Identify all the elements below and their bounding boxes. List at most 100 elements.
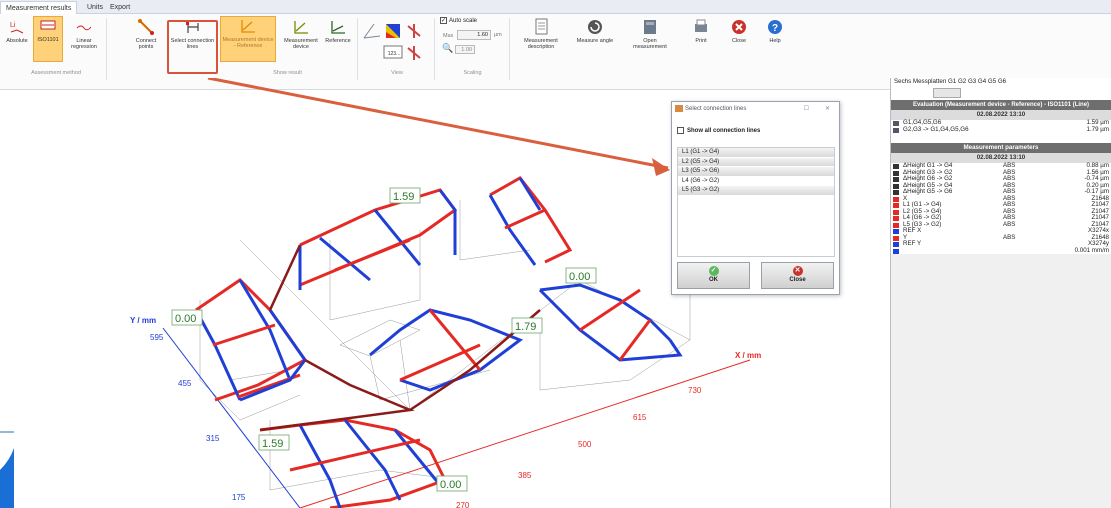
checkbox-box[interactable]: ✓ — [440, 17, 447, 24]
reference-icon — [331, 21, 345, 34]
print-icon — [695, 19, 707, 32]
row-swatch — [893, 216, 899, 221]
open-label: Open measurement — [633, 38, 667, 50]
plate-edge-red — [504, 208, 546, 230]
parameter-rows: ΔHeight G1 -> G4 ABS 0.88 µm ΔHeight G3 -> … — [891, 162, 1111, 254]
svg-text:0.00: 0.00 — [569, 271, 590, 283]
plate-g2 — [298, 188, 458, 290]
absolute-label: Absolute — [6, 38, 28, 44]
measurement-device-button[interactable]: Measurement device — [282, 18, 320, 50]
view-icons — [363, 23, 421, 60]
list-item[interactable]: L2 (G5 -> G4) — [678, 157, 834, 167]
description-label: Measurement description — [524, 38, 558, 50]
list-item[interactable]: L3 (G5 -> G6) — [678, 167, 834, 177]
dialog-app-icon — [675, 105, 683, 112]
list-item[interactable]: L4 (G6 -> G2) — [678, 176, 834, 186]
row-value: 1.79 µm — [1086, 125, 1109, 133]
connect-points-button[interactable]: Connect points — [130, 18, 162, 50]
select-lines-dialog: Select connection lines ☐ ✕ Show all con… — [671, 101, 840, 295]
close-button[interactable]: Close — [726, 18, 752, 44]
reference-button[interactable]: Reference — [322, 18, 354, 44]
print-label: Print — [695, 38, 707, 44]
ok-button[interactable]: ✓ OK — [677, 262, 750, 289]
measurement-description-button[interactable]: Measurement description — [520, 18, 562, 50]
connection-line-darkred — [259, 244, 541, 432]
absolute-button[interactable]: Li Absolute — [3, 18, 31, 44]
show-all-label: Show all connection lines — [687, 128, 761, 135]
list-item[interactable]: L5 (G3 -> G2) — [678, 186, 834, 196]
plate-g4 — [538, 283, 683, 362]
tab-measurement-results[interactable]: Measurement results — [0, 1, 78, 14]
value-label: 0.00 — [565, 267, 597, 284]
evaluation-title: Evaluation (Measurement device - Referen… — [891, 100, 1111, 110]
device-icon — [294, 21, 308, 34]
y-tick: 175 — [232, 493, 246, 502]
plate-edge-red — [579, 288, 652, 361]
min-input[interactable]: 1.00 — [455, 45, 475, 54]
close-icon — [732, 20, 746, 34]
print-button[interactable]: Print — [688, 18, 714, 44]
measure-angle-button[interactable]: Measure angle — [575, 18, 615, 44]
plate-edge-red — [259, 418, 448, 508]
close-x-icon[interactable]: ✕ — [825, 102, 830, 116]
list-item[interactable]: L1 (G1 -> G4) — [678, 148, 834, 158]
row-swatch — [893, 229, 899, 234]
linear-regression-button[interactable]: Linear regression — [66, 18, 102, 50]
numbers-label: 123... — [387, 51, 401, 57]
parameters-title: Measurement parameters — [891, 143, 1111, 153]
row-swatch — [893, 164, 899, 169]
minimize-icon[interactable]: ☐ — [804, 102, 809, 116]
value-label: 1.79 — [511, 317, 543, 334]
group-assessment-method: Assessment method — [31, 70, 81, 76]
svg-text:1.59: 1.59 — [262, 438, 283, 450]
connection-lines-list: L1 (G1 -> G4) L2 (G5 -> G4) L3 (G5 -> G6… — [677, 147, 835, 257]
measurement-device-reference-button[interactable]: Measurement device - Reference — [220, 16, 276, 62]
plate-g5 — [369, 308, 524, 392]
max-label: Max — [443, 33, 454, 39]
row-swatch — [893, 222, 899, 228]
max-input[interactable]: 1.60 — [457, 30, 491, 40]
row-swatch — [893, 177, 899, 182]
blue-corner-shape — [0, 448, 14, 508]
close-label: Close — [731, 38, 747, 44]
plate-tabs[interactable]: Sechs Messplatten G1 G2 G3 G4 G5 G6 — [891, 78, 1111, 86]
separator — [357, 18, 358, 80]
svg-text:0.00: 0.00 — [175, 313, 196, 325]
row-swatch — [893, 235, 899, 241]
iso1101-label: ISO1101 — [37, 37, 59, 43]
view-3d-icon[interactable] — [363, 23, 381, 39]
checkbox-box[interactable] — [677, 127, 684, 134]
iso1101-button[interactable]: ISO1101 — [33, 16, 63, 62]
plate-g1 — [194, 278, 308, 402]
dialog-close-button[interactable]: ✕ Close — [761, 262, 834, 289]
spacer — [891, 133, 1111, 143]
value-label: 1.59 — [389, 187, 421, 204]
y-tick: 455 — [178, 379, 192, 388]
show-all-checkbox[interactable]: Show all connection lines — [677, 127, 760, 134]
row-value: 0.001 mm/m — [1074, 246, 1109, 254]
callout-arrow-line — [207, 78, 669, 170]
table-row[interactable]: G2,G3 -> G1,G4,G5,G6 1.79 µm — [891, 125, 1111, 133]
value-label: 1.59 — [258, 434, 290, 451]
rotate-icon[interactable] — [407, 24, 421, 38]
angle-icon — [588, 20, 602, 34]
scale-icon[interactable] — [407, 46, 421, 60]
row-swatch — [893, 121, 899, 126]
table-row[interactable]: 0.001 mm/m — [891, 246, 1111, 254]
help-button[interactable]: ? Help — [762, 18, 788, 44]
app-window: Measurement results Units Export Li Abso… — [0, 0, 1111, 508]
svg-text:1.79: 1.79 — [515, 321, 536, 333]
color-icon[interactable] — [386, 24, 400, 38]
y-axis-label: Y / mm — [130, 316, 156, 325]
auto-scale-checkbox[interactable]: ✓ Auto scale — [440, 17, 477, 24]
x-tick: 270 — [456, 501, 470, 508]
row-swatch — [893, 248, 899, 254]
help-label: Help — [769, 38, 781, 44]
reference-label: Reference — [325, 38, 351, 44]
top-tab-bar: Measurement results Units Export — [0, 0, 1111, 14]
open-measurement-button[interactable]: Open measurement — [628, 18, 672, 50]
group-scaling: Scaling — [463, 70, 482, 76]
row-swatch — [893, 196, 899, 202]
plate-preview — [891, 86, 1111, 100]
tab-export[interactable]: Export — [105, 1, 135, 14]
